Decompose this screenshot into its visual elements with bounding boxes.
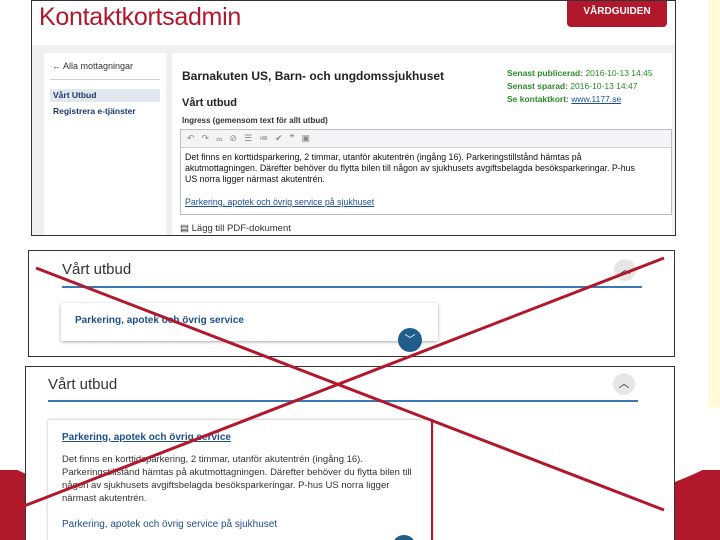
slide: Kontaktkortsadmin VÅRDGUIDEN ← Alla mott… bbox=[0, 0, 720, 540]
brand-badge[interactable]: VÅRDGUIDEN bbox=[567, 1, 667, 27]
admin-screenshot: Kontaktkortsadmin VÅRDGUIDEN ← Alla mott… bbox=[31, 0, 676, 236]
heading-underline bbox=[62, 286, 642, 288]
chevron-up-icon[interactable]: ︿ bbox=[614, 259, 636, 281]
chevron-up-icon[interactable]: ︿ bbox=[613, 373, 635, 395]
section-title: Vårt utbud bbox=[182, 97, 237, 109]
preview-heading: Vårt utbud bbox=[48, 376, 118, 393]
sidebar-item-vart-utbud[interactable]: Vårt Utbud bbox=[50, 89, 160, 102]
spellcheck-icon[interactable]: ✔ bbox=[275, 133, 283, 144]
service-card-title[interactable]: Parkering, apotek och övrig service bbox=[62, 432, 231, 443]
editor-toolbar: ↶ ↷ ∞ ⊘ ☰ ≔ ✔ ❞ ▣ bbox=[181, 130, 671, 148]
saved-label: Senast sparad: bbox=[507, 81, 568, 91]
app-title: Kontaktkortsadmin bbox=[39, 3, 241, 31]
editor-link[interactable]: Parkering, apotek och övrig service på s… bbox=[185, 197, 374, 207]
source-icon[interactable]: ▣ bbox=[302, 133, 311, 144]
preview-heading: Vårt utbud bbox=[62, 261, 132, 278]
document-icon: ▤ bbox=[180, 223, 189, 234]
contact-label: Se kontaktkort: bbox=[507, 94, 569, 104]
side-strip bbox=[708, 0, 720, 420]
ingress-label: Ingress (gemensom text för allt utbud) bbox=[182, 116, 328, 125]
service-card-title[interactable]: Parkering, apotek och övrig service bbox=[75, 315, 244, 326]
redo-icon[interactable]: ↷ bbox=[202, 133, 210, 144]
published-label: Senast publicerad: bbox=[507, 68, 584, 78]
link-icon[interactable]: ∞ bbox=[216, 134, 222, 144]
preview-expanded: Vårt utbud ︿ Parkering, apotek och övrig… bbox=[25, 366, 675, 540]
service-card-link[interactable]: Parkering, apotek och övrig service på s… bbox=[62, 519, 277, 530]
editor-text[interactable]: Det finns en korttidsparkering, 2 timmar… bbox=[181, 148, 651, 189]
numbered-list-icon[interactable]: ≔ bbox=[259, 133, 268, 144]
add-pdf-button[interactable]: ▤ Lägg till PDF-dokument bbox=[180, 223, 291, 234]
preview-collapsed: Vårt utbud ︿ Parkering, apotek och övrig… bbox=[28, 250, 675, 357]
sidebar-item-registrera-e-tjanster[interactable]: Registrera e-tjänster bbox=[50, 105, 160, 118]
saved-value: 2016-10-13 14:47 bbox=[570, 81, 638, 91]
chevron-down-icon[interactable]: ﹀ bbox=[398, 328, 422, 352]
service-card-expanded: Parkering, apotek och övrig service Det … bbox=[48, 419, 433, 540]
undo-icon[interactable]: ↶ bbox=[187, 133, 195, 144]
main-content: Barnakuten US, Barn- och ungdomssjukhuse… bbox=[172, 53, 672, 235]
unlink-icon[interactable]: ⊘ bbox=[230, 133, 238, 144]
service-card-text: Det finns en korttidsparkering, 2 timmar… bbox=[62, 454, 412, 504]
service-card-collapsed[interactable]: Parkering, apotek och övrig service bbox=[61, 303, 438, 341]
back-link-label: Alla mottagningar bbox=[63, 61, 134, 71]
sidebar: ← Alla mottagningar Vårt Utbud Registrer… bbox=[44, 53, 166, 235]
sidebar-divider bbox=[50, 79, 160, 80]
contact-card-link[interactable]: www.1177.se bbox=[571, 94, 621, 104]
unit-title: Barnakuten US, Barn- och ungdomssjukhuse… bbox=[182, 69, 445, 83]
arrow-left-icon: ← bbox=[52, 61, 61, 71]
publish-meta: Senast publicerad: 2016-10-13 14:45 Sena… bbox=[507, 67, 653, 106]
quote-icon[interactable]: ❞ bbox=[290, 133, 295, 144]
published-value: 2016-10-13 14:45 bbox=[585, 68, 653, 78]
back-link[interactable]: ← Alla mottagningar bbox=[52, 61, 133, 71]
bullet-list-icon[interactable]: ☰ bbox=[244, 133, 252, 144]
heading-underline bbox=[48, 400, 638, 402]
rich-text-editor[interactable]: ↶ ↷ ∞ ⊘ ☰ ≔ ✔ ❞ ▣ Det finns en korttidsp… bbox=[180, 129, 672, 215]
add-pdf-label: Lägg till PDF-dokument bbox=[191, 223, 291, 234]
